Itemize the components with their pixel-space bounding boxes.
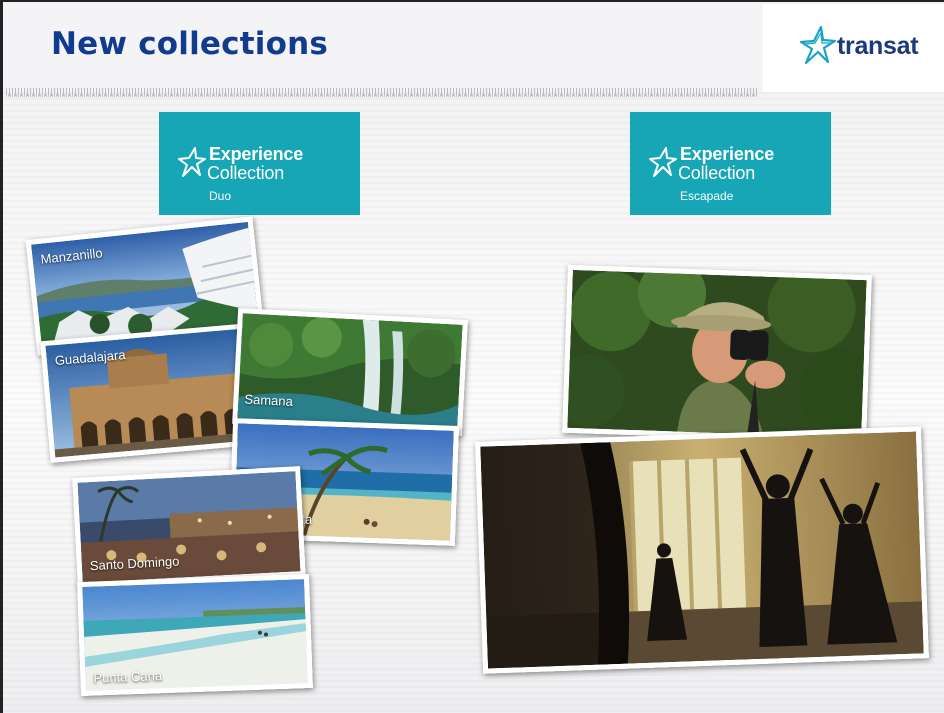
badge-subtitle: Collection	[678, 163, 756, 183]
badge-collection-name: Duo	[209, 189, 232, 203]
slide: New collections transat Experience Colle…	[0, 0, 944, 713]
photo-caption: Punta Cana	[93, 668, 163, 686]
photo-caption: Samana	[244, 391, 294, 410]
experience-collection-duo-badge: Experience Collection Duo	[159, 112, 360, 215]
collection-star-icon	[649, 147, 677, 177]
badge-title: Experience	[209, 144, 304, 164]
photo-birdwatcher	[562, 264, 872, 444]
badge-title: Experience	[680, 144, 775, 164]
photo-samana: Samana	[232, 308, 468, 436]
dancers-image	[480, 431, 924, 669]
slide-title: New collections	[51, 26, 328, 62]
photo-punta-cana: Punta Cana	[77, 573, 313, 697]
photo-dancers	[475, 426, 929, 674]
samana-image	[237, 313, 463, 431]
transat-star-icon	[799, 25, 837, 65]
brand-wordmark: transat	[837, 32, 919, 60]
header-divider-shade	[6, 94, 758, 97]
guadalajara-image	[45, 328, 255, 458]
photo-santo-domingo: Santo Domingo	[72, 466, 306, 588]
experience-collection-escapade-badge: Experience Collection Escapade	[630, 112, 831, 215]
photo-guadalajara: Guadalajara	[40, 323, 260, 463]
birdwatcher-image	[567, 269, 867, 439]
badge-subtitle: Collection	[207, 163, 285, 183]
collection-star-icon	[178, 147, 206, 177]
badge-collection-name: Escapade	[680, 189, 734, 203]
